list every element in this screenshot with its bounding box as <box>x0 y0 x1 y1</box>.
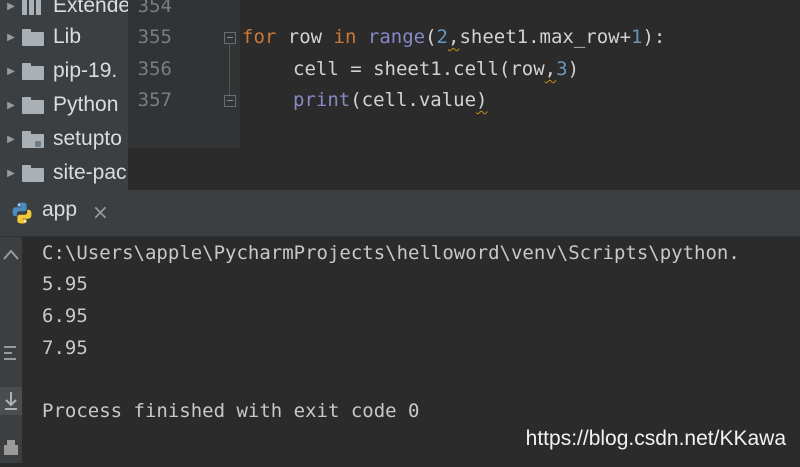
fold-guide <box>229 43 230 95</box>
code-editor[interactable]: for row in range(2,sheet1.max_row+1): ce… <box>240 0 800 148</box>
console-line: 7.95 <box>42 337 88 359</box>
code-text: (cell.value <box>350 89 477 111</box>
close-icon[interactable]: × <box>92 198 109 226</box>
keyword-for: for <box>242 26 277 48</box>
line-number: 357 <box>137 89 172 111</box>
print-icon[interactable] <box>0 437 22 465</box>
keyword-in: in <box>333 26 357 48</box>
scroll-up-icon[interactable] <box>0 245 22 273</box>
builtin-range: range <box>367 26 426 48</box>
line-number: 355 <box>137 26 172 48</box>
run-tab-label: app <box>42 198 78 221</box>
run-toolbar <box>0 237 22 463</box>
folder-icon <box>22 164 44 182</box>
number-literal: 3 <box>556 58 568 80</box>
console-line: 5.95 <box>42 273 88 295</box>
soft-wrap-icon[interactable] <box>0 341 22 369</box>
expand-arrow-icon[interactable]: ▶ <box>0 134 22 145</box>
tree-item-site-packages[interactable]: ▶ site-pac <box>0 157 128 189</box>
code-text: cell = sheet1.cell(row <box>293 58 545 80</box>
line-number: 356 <box>137 58 172 80</box>
code-warning-paren: ) <box>476 89 488 111</box>
code-warning-comma: , <box>447 26 460 48</box>
fold-close-icon[interactable] <box>224 95 236 107</box>
number-literal: 2 <box>436 26 448 48</box>
expand-arrow-icon[interactable]: ▶ <box>0 168 22 179</box>
code-text: sheet1.max_row+ <box>459 26 632 48</box>
code-warning-comma: , <box>544 58 557 80</box>
fold-open-icon[interactable] <box>224 32 236 44</box>
code-line-355: for row in range(2,sheet1.max_row+1): <box>242 21 665 53</box>
console-line: C:\Users\apple\PycharmProjects\helloword… <box>42 242 740 264</box>
console-line: 6.95 <box>42 305 88 327</box>
code-line-356: cell = sheet1.cell(row,3) <box>293 53 579 85</box>
python-icon <box>12 202 32 224</box>
code-text: ): <box>642 26 666 48</box>
run-tab-bar: app × <box>0 190 800 237</box>
package-folder-icon <box>22 130 44 148</box>
console-line: Process finished with exit code 0 <box>42 400 420 422</box>
editor-gutter: 354 355 356 357 <box>128 0 240 148</box>
code-text: ( <box>425 26 437 48</box>
scroll-to-end-icon[interactable] <box>0 387 22 415</box>
tree-item-label: site-pac <box>53 161 127 184</box>
editor-empty-area <box>128 148 800 190</box>
number-literal: 1 <box>631 26 643 48</box>
code-text: ) <box>567 58 580 80</box>
tree-item-label: setupto <box>53 127 122 150</box>
tree-item-setuptools[interactable]: ▶ setupto <box>0 123 128 155</box>
code-line-357: print(cell.value) <box>293 84 488 116</box>
watermark: https://blog.csdn.net/KKawa <box>525 427 786 450</box>
code-text: row <box>276 26 334 48</box>
line-number: 354 <box>137 0 172 17</box>
builtin-print: print <box>293 89 351 111</box>
